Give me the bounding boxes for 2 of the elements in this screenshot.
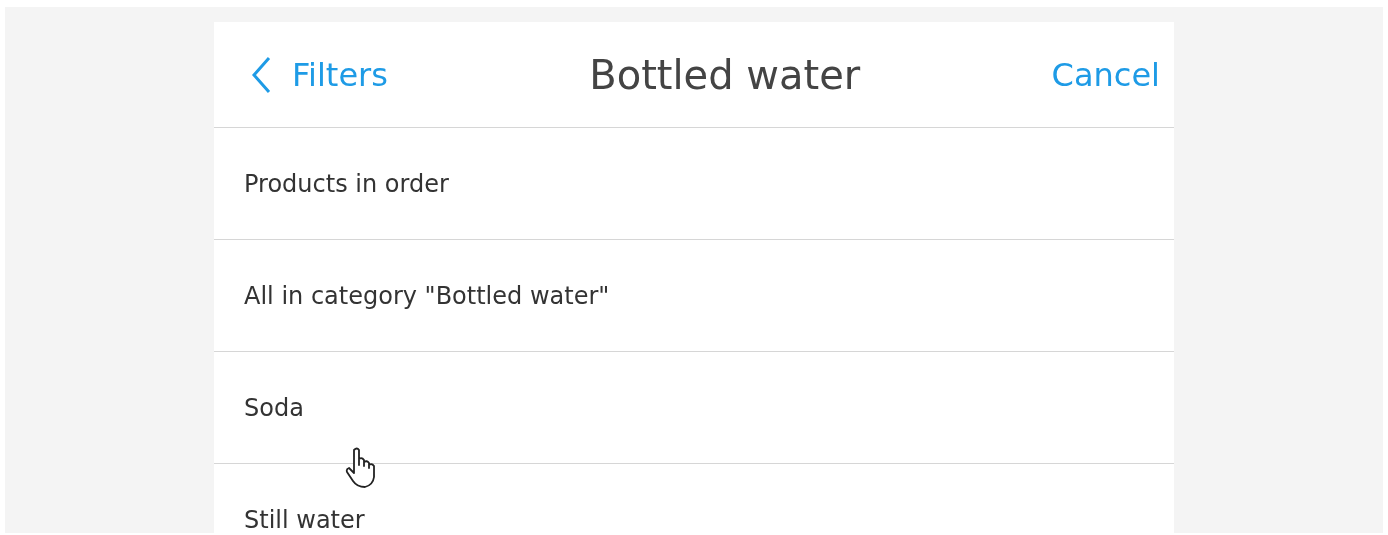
chevron-left-icon <box>250 54 272 95</box>
page-title: Bottled water <box>588 50 861 100</box>
